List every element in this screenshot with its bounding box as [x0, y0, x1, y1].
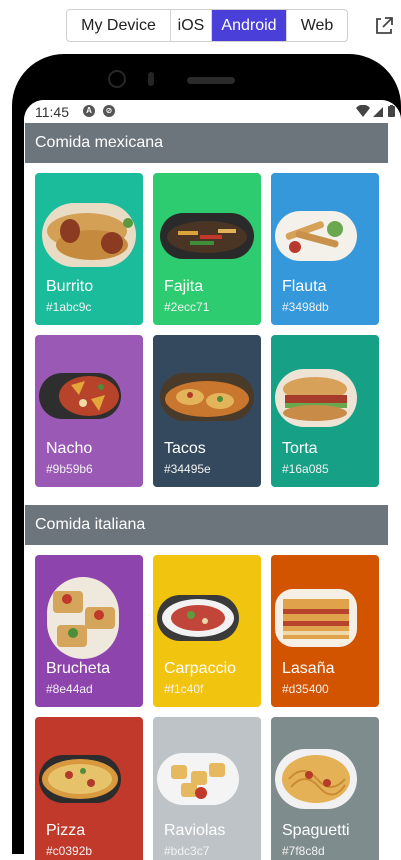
card-name: Raviolas [164, 822, 226, 839]
food-card-nacho[interactable]: Nacho #9b59b6 [35, 335, 143, 487]
section-header-italian: Comida italiana [25, 505, 388, 545]
card-name: Tacos [164, 440, 206, 457]
phone-frame: 11:45 A ⊘ Comida mexicana Burrito #1abc9… [12, 54, 401, 860]
food-card-pizza[interactable]: Pizza #c0392b [35, 717, 143, 860]
card-hex: #c0392b [46, 844, 93, 858]
section-italian: Brucheta #8e44ad Carpaccio #f1c40f Lasañ… [25, 545, 388, 860]
carpaccio-image [157, 595, 239, 641]
tacos-image [160, 373, 254, 421]
pizza-image [39, 755, 121, 803]
wifi-signal-battery-icon [356, 105, 395, 117]
card-hex: #bdc3c7 [164, 844, 210, 858]
card-hex: #34495e [164, 462, 211, 476]
tab-my-device[interactable]: My Device [67, 10, 171, 41]
nacho-image [39, 373, 121, 419]
food-card-flauta[interactable]: Flauta #3498db [271, 173, 379, 325]
raviolas-image [157, 753, 239, 805]
card-hex: #3498db [282, 300, 329, 314]
status-time: 11:45 [35, 104, 69, 120]
food-card-spaguetti[interactable]: Spaguetti #7f8c8d [271, 717, 379, 860]
notification-a-icon: A [83, 105, 95, 117]
card-hex: #2ecc71 [164, 300, 210, 314]
section-title: Comida mexicana [35, 134, 164, 151]
torta-image [275, 369, 357, 427]
section-mexican: Burrito #1abc9c Fajita #2ecc71 Flauta #3… [25, 163, 388, 497]
card-hex: #16a085 [282, 462, 329, 476]
platform-selector: My Device iOS Android Web [66, 9, 348, 42]
card-hex: #7f8c8d [282, 844, 325, 858]
card-name: Burrito [46, 278, 94, 295]
burrito-image [42, 203, 136, 267]
card-hex: #1abc9c [46, 300, 92, 314]
fajita-image [160, 213, 254, 259]
food-card-brucheta[interactable]: Brucheta #8e44ad [35, 555, 143, 707]
tab-ios[interactable]: iOS [171, 10, 212, 41]
card-hex: #f1c40f [164, 682, 204, 696]
card-name: Lasaña [282, 660, 335, 677]
status-bar: 11:45 A ⊘ [24, 100, 401, 123]
front-camera [108, 70, 126, 88]
section-header-mexican: Comida mexicana [25, 123, 388, 163]
card-name: Spaguetti [282, 822, 350, 839]
device-screen: 11:45 A ⊘ Comida mexicana Burrito #1abc9… [24, 100, 401, 860]
section-title: Comida italiana [35, 516, 146, 533]
food-card-carpaccio[interactable]: Carpaccio #f1c40f [153, 555, 261, 707]
card-hex: #9b59b6 [46, 462, 93, 476]
lasana-image [275, 589, 357, 647]
food-card-fajita[interactable]: Fajita #2ecc71 [153, 173, 261, 325]
card-name: Flauta [282, 278, 327, 295]
card-name: Nacho [46, 440, 93, 457]
food-card-torta[interactable]: Torta #16a085 [271, 335, 379, 487]
notification-block-icon: ⊘ [103, 105, 115, 117]
food-card-raviolas[interactable]: Raviolas #bdc3c7 [153, 717, 261, 860]
tab-android[interactable]: Android [212, 10, 287, 41]
spaguetti-image [275, 749, 357, 809]
card-name: Brucheta [46, 660, 111, 677]
brucheta-image [47, 577, 119, 659]
food-card-tacos[interactable]: Tacos #34495e [153, 335, 261, 487]
section-spacer [24, 497, 401, 505]
card-name: Carpaccio [164, 660, 237, 677]
earpiece-speaker [187, 77, 235, 84]
card-hex: #8e44ad [46, 682, 93, 696]
tab-web[interactable]: Web [287, 10, 347, 41]
food-card-burrito[interactable]: Burrito #1abc9c [35, 173, 143, 325]
flauta-image [275, 211, 357, 261]
external-link-icon[interactable] [372, 14, 396, 38]
food-card-lasana[interactable]: Lasaña #d35400 [271, 555, 379, 707]
card-name: Torta [282, 440, 318, 457]
proximity-sensor [148, 72, 154, 86]
card-name: Fajita [164, 278, 204, 295]
card-hex: #d35400 [282, 682, 329, 696]
card-name: Pizza [46, 822, 86, 839]
